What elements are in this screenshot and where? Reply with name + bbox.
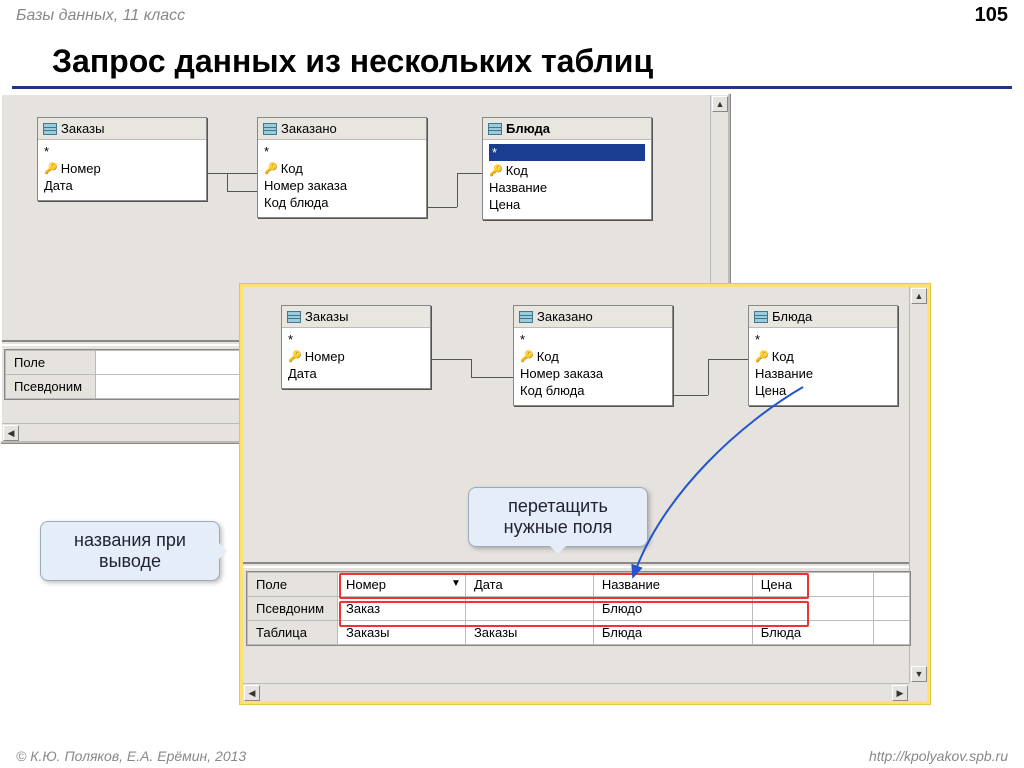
split-bar[interactable] [243,562,909,568]
field-nomer-zakaza[interactable]: Номер заказа [264,177,420,194]
slide-title: Запрос данных из нескольких таблиц [12,31,1012,89]
field-nazvanie[interactable]: Название [755,365,891,382]
field-star[interactable]: * [288,331,424,348]
callout-drag-fields: перетащить нужные поля [468,487,648,547]
header-page: 105 [975,4,1008,27]
grid-cell[interactable] [873,573,909,597]
table-title: Заказано [258,118,426,140]
footer-url: http://kpolyakov.spb.ru [869,748,1008,764]
table-box-orders[interactable]: Заказы * 🔑Номер Дата [281,305,431,389]
field-kod[interactable]: 🔑Код [520,348,666,365]
field-star[interactable]: * [755,331,891,348]
field-kod[interactable]: 🔑Код [755,348,891,365]
table-title: Блюда [483,118,651,140]
field-kod-bluda[interactable]: Код блюда [520,382,666,399]
drag-arrow-icon [623,382,823,582]
content: ▲▼ ◀▶ Заказы * 🔑Номер Дата Заказано * 🔑К… [0,89,1024,729]
scroll-up-icon[interactable]: ▲ [911,288,927,304]
query-grid-back[interactable]: Поле Псевдоним [4,349,254,400]
field-kod[interactable]: 🔑Код [489,162,645,179]
key-icon: 🔑 [264,162,278,175]
callout-aliases: названия при выводе [40,521,220,581]
table-box-dishes[interactable]: Блюда * 🔑Код Название Цена [748,305,898,406]
key-icon: 🔑 [288,350,302,363]
table-box-dishes[interactable]: Блюда * 🔑Код Название Цена [482,117,652,220]
grid-cell[interactable]: Цена [752,573,873,597]
field-data[interactable]: Дата [44,177,200,194]
field-kod[interactable]: 🔑Код [264,160,420,177]
field-star[interactable]: * [520,331,666,348]
dropdown-icon[interactable]: ▼ [451,578,461,589]
table-icon [754,311,768,323]
table-icon [519,311,533,323]
grid-cell[interactable]: Заказы [338,621,466,645]
grid-cell[interactable] [465,597,593,621]
grid-cell[interactable]: Дата [465,573,593,597]
field-star[interactable]: * [264,143,420,160]
field-cena[interactable]: Цена [755,382,891,399]
slide-footer: © К.Ю. Поляков, Е.А. Ерёмин, 2013 http:/… [0,748,1024,764]
scroll-left-icon[interactable]: ◀ [244,685,260,701]
table-icon [263,123,277,135]
header-topic: Базы данных, 11 класс [16,7,185,25]
grid-label-alias: Псевдоним [248,597,338,621]
query-designer-front: ▲▼ ◀▶ Заказы * 🔑Номер Дата Заказано * 🔑К… [240,284,930,704]
table-box-orders[interactable]: Заказы * 🔑Номер Дата [37,117,207,201]
scrollbar-v[interactable]: ▲▼ [909,287,927,683]
slide-header: Базы данных, 11 класс 105 [0,0,1024,31]
grid-cell[interactable]: Заказ [338,597,466,621]
field-nazvanie[interactable]: Название [489,179,645,196]
field-nomer-zakaza[interactable]: Номер заказа [520,365,666,382]
table-icon [488,123,502,135]
grid-cell[interactable]: Блюда [593,621,752,645]
footer-copyright: © К.Ю. Поляков, Е.А. Ерёмин, 2013 [16,748,246,764]
grid-cell[interactable]: Блюда [752,621,873,645]
grid-row-alias: Псевдоним Заказ Блюдо [248,597,910,621]
scroll-right-icon[interactable]: ▶ [892,685,908,701]
scrollbar-h[interactable]: ◀▶ [243,683,909,701]
grid-cell[interactable]: Заказы [465,621,593,645]
key-icon: 🔑 [520,350,534,363]
field-star-selected[interactable]: * [489,143,645,162]
table-title: Блюда [749,306,897,328]
field-nomer[interactable]: 🔑Номер [44,160,200,177]
table-box-ordered[interactable]: Заказано * 🔑Код Номер заказа Код блюда [513,305,673,406]
scroll-up-icon[interactable]: ▲ [712,96,728,112]
table-title: Заказы [282,306,430,328]
grid-cell[interactable] [873,621,909,645]
field-cena[interactable]: Цена [489,196,645,213]
table-box-ordered[interactable]: Заказано * 🔑Код Номер заказа Код блюда [257,117,427,218]
grid-cell[interactable]: Название [593,573,752,597]
table-icon [43,123,57,135]
table-icon [287,311,301,323]
field-kod-bluda[interactable]: Код блюда [264,194,420,211]
field-star[interactable]: * [44,143,200,160]
grid-cell[interactable]: Блюдо [593,597,752,621]
key-icon: 🔑 [489,164,503,177]
key-icon: 🔑 [44,162,58,175]
field-nomer[interactable]: 🔑Номер [288,348,424,365]
table-title: Заказы [38,118,206,140]
grid-label-alias: Псевдоним [6,375,96,399]
grid-row-field: Поле Номер▼ Дата Название Цена [248,573,910,597]
grid-cell[interactable] [752,597,873,621]
grid-label-table: Таблица [248,621,338,645]
grid-row-table: Таблица Заказы Заказы Блюда Блюда [248,621,910,645]
key-icon: 🔑 [755,350,769,363]
scroll-down-icon[interactable]: ▼ [911,666,927,682]
grid-label-field: Поле [6,351,96,375]
grid-cell[interactable] [873,597,909,621]
table-title: Заказано [514,306,672,328]
grid-label-field: Поле [248,573,338,597]
query-grid-front[interactable]: Поле Номер▼ Дата Название Цена Псевдоним… [246,571,911,646]
field-data[interactable]: Дата [288,365,424,382]
grid-cell[interactable]: Номер▼ [338,573,466,597]
scroll-left-icon[interactable]: ◀ [3,425,19,441]
